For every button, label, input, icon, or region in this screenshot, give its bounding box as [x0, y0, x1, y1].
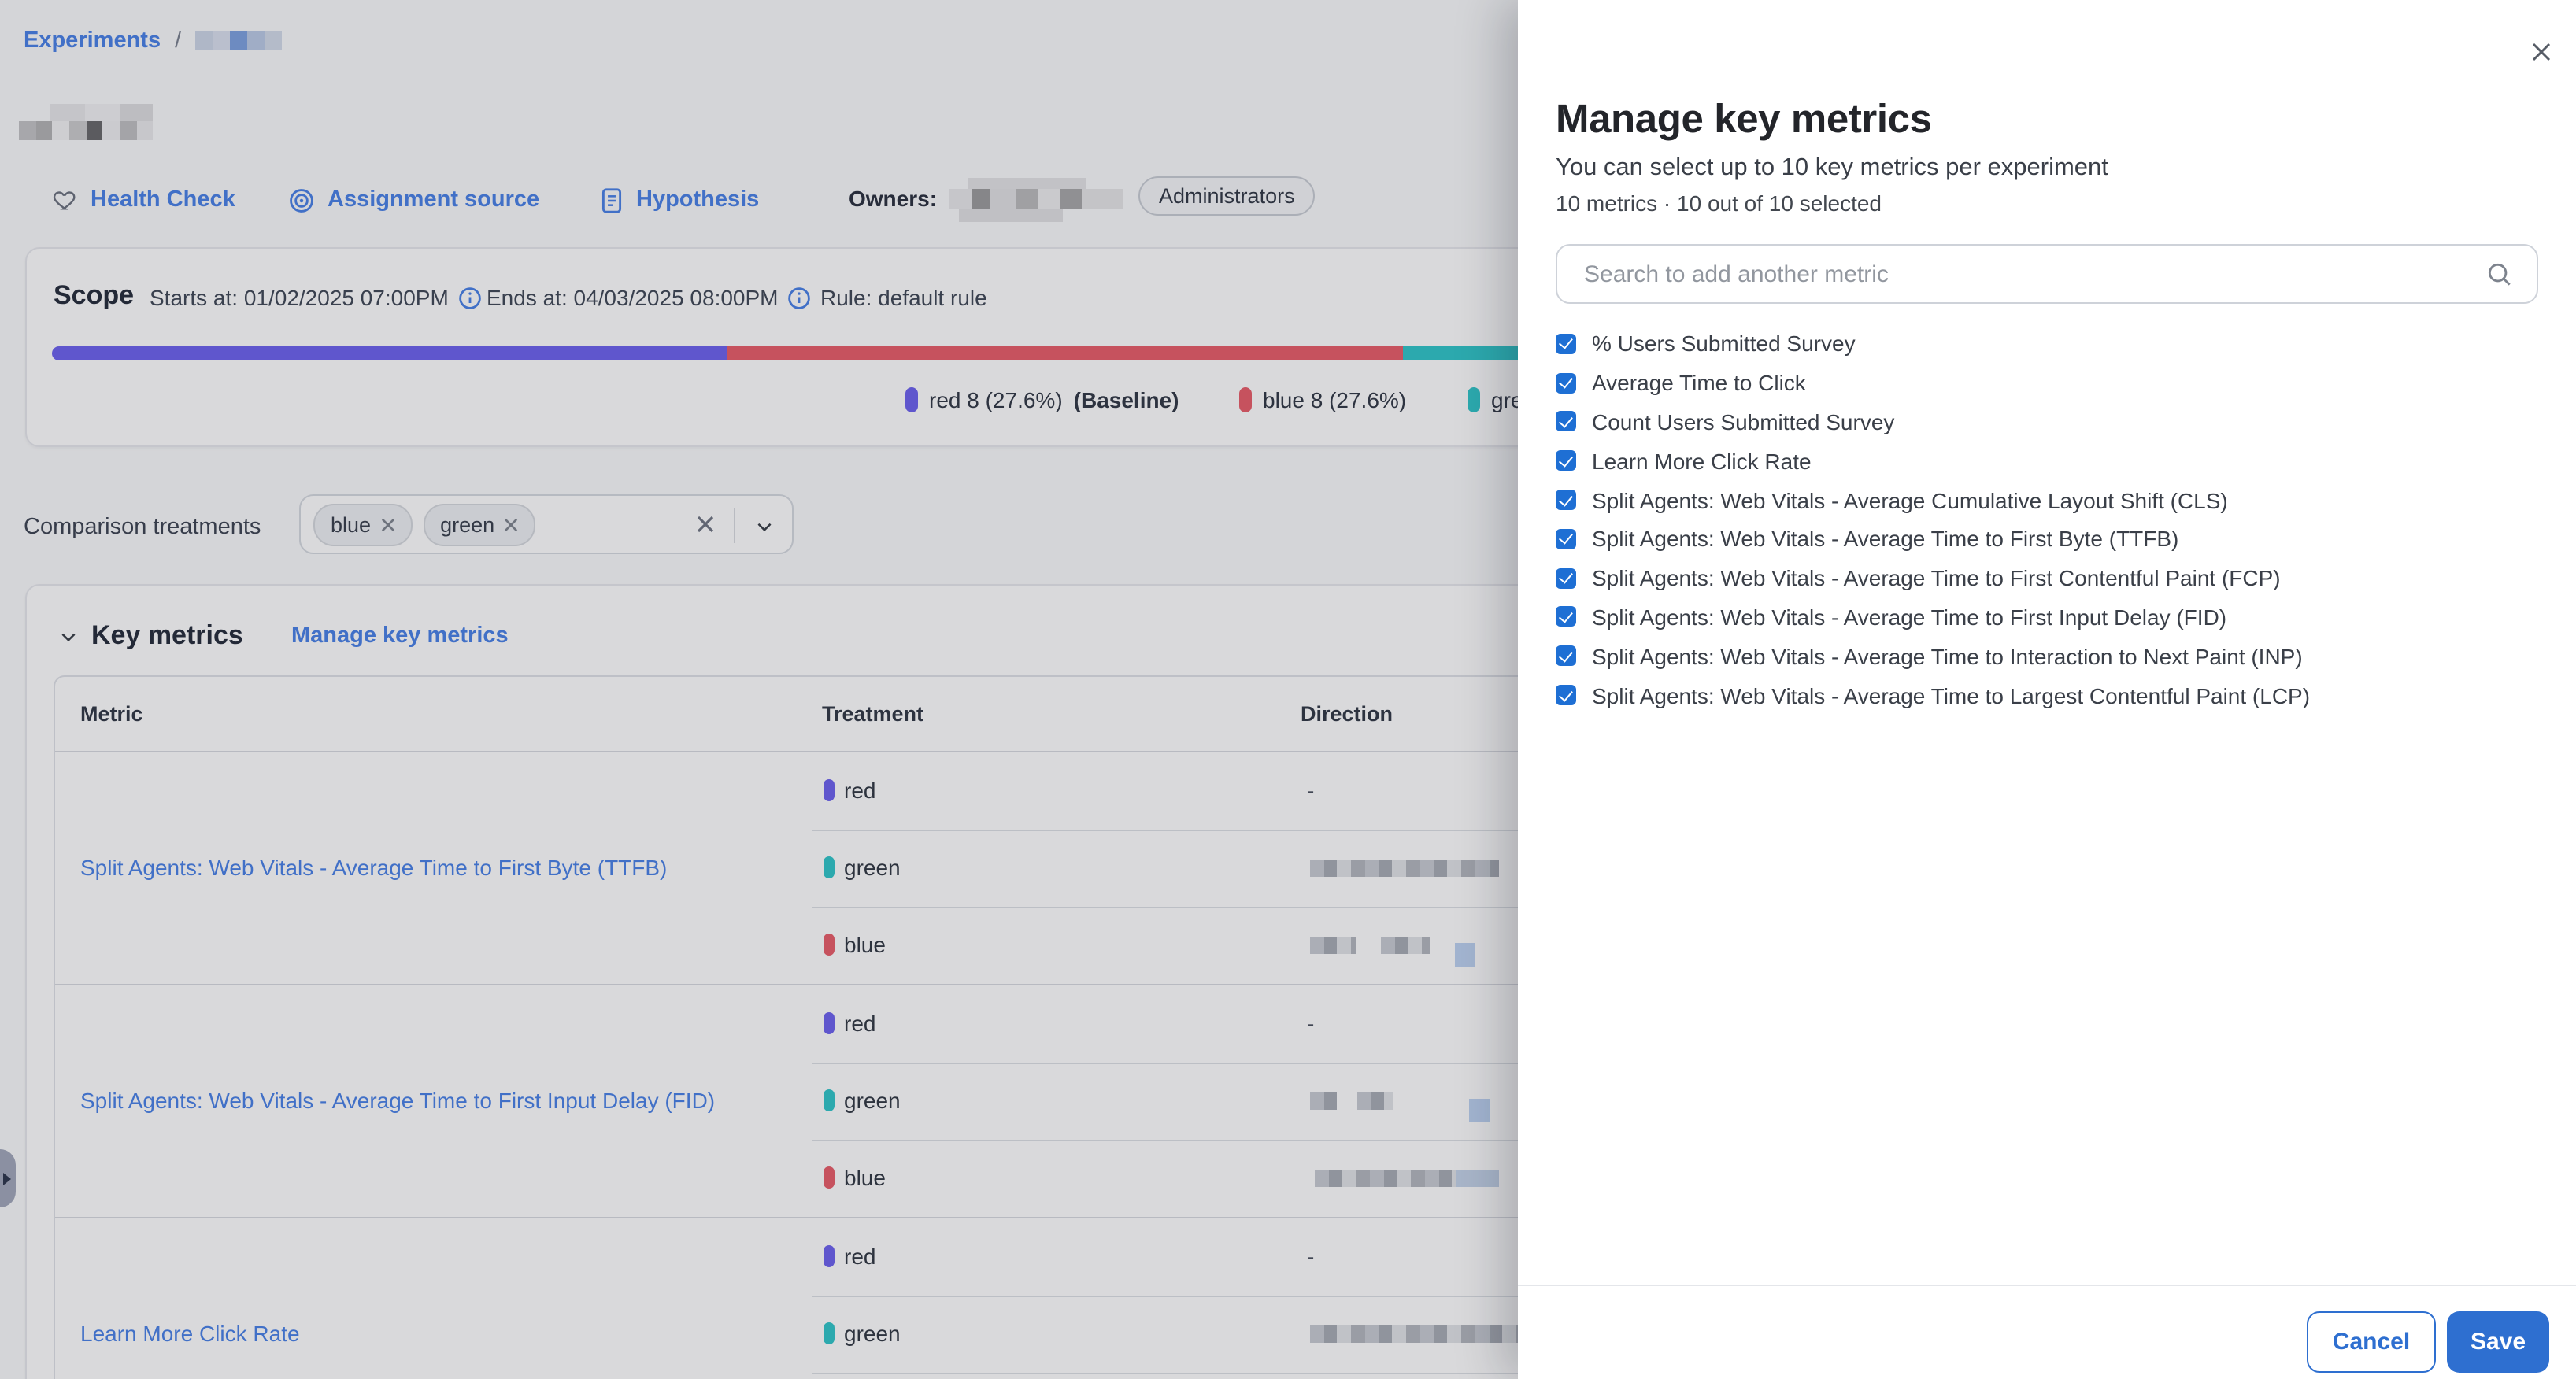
checkbox-checked[interactable] — [1556, 685, 1576, 705]
checkbox-checked[interactable] — [1556, 646, 1576, 667]
experiment-detail-screen: Experiments / Health Check Assignment so… — [0, 0, 2576, 1379]
metric-option[interactable]: Split Agents: Web Vitals - Average Cumul… — [1556, 480, 2310, 519]
metric-option[interactable]: Split Agents: Web Vitals - Average Time … — [1556, 597, 2310, 637]
checkbox-checked[interactable] — [1556, 372, 1576, 393]
checkbox-checked[interactable] — [1556, 412, 1576, 432]
checkbox-checked[interactable] — [1556, 567, 1576, 588]
metric-option[interactable]: Average Time to Click — [1556, 364, 2310, 403]
checkbox-checked[interactable] — [1556, 490, 1576, 510]
metric-option[interactable]: Split Agents: Web Vitals - Average Time … — [1556, 559, 2310, 598]
checkbox-checked[interactable] — [1556, 529, 1576, 549]
metric-option[interactable]: Split Agents: Web Vitals - Average Time … — [1556, 519, 2310, 559]
cancel-button[interactable]: Cancel — [2307, 1311, 2436, 1373]
manage-key-metrics-drawer: Manage key metrics You can select up to … — [1518, 0, 2576, 1379]
drawer-subtitle: You can select up to 10 key metrics per … — [1556, 154, 2108, 183]
search-icon — [2485, 260, 2515, 298]
checkbox-checked[interactable] — [1556, 607, 1576, 627]
checkbox-checked[interactable] — [1556, 334, 1576, 354]
save-button[interactable]: Save — [2447, 1311, 2549, 1373]
metric-search-input[interactable]: Search to add another metric — [1556, 244, 2538, 304]
metric-option[interactable]: Split Agents: Web Vitals - Average Time … — [1556, 675, 2310, 715]
footer-divider — [1518, 1285, 2576, 1286]
search-placeholder: Search to add another metric — [1584, 261, 1889, 288]
metrics-count: 10 metrics · 10 out of 10 selected — [1556, 190, 1882, 216]
metric-option[interactable]: Count Users Submitted Survey — [1556, 402, 2310, 442]
close-icon[interactable] — [2529, 39, 2554, 72]
metric-option[interactable]: Learn More Click Rate — [1556, 442, 2310, 481]
checkbox-checked[interactable] — [1556, 451, 1576, 471]
metric-checkbox-list: % Users Submitted Survey Average Time to… — [1556, 324, 2310, 715]
metric-option[interactable]: Split Agents: Web Vitals - Average Time … — [1556, 637, 2310, 676]
drawer-title: Manage key metrics — [1556, 98, 1932, 143]
metric-option[interactable]: % Users Submitted Survey — [1556, 324, 2310, 364]
